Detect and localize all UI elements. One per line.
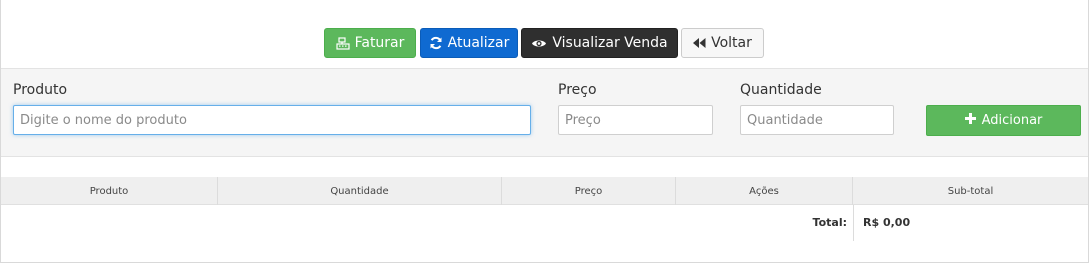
column-header-preco: Preço [502,177,676,205]
faturar-button[interactable]: Faturar [324,28,416,58]
add-product-form: Produto Preço Quantidade Adicionar [1,68,1088,157]
total-value: R$ 0,00 [863,216,911,229]
produto-input[interactable] [13,105,531,135]
column-header-subtotal: Sub-total [947,185,994,197]
plus-icon [964,113,976,128]
column-header-acoes: Ações [676,177,853,205]
table-header: Produto Quantidade Preço Ações Sub-total [1,177,1088,205]
action-toolbar: Faturar Atualizar Visualizar Venda Volta… [0,28,1089,58]
backward-icon [693,38,706,48]
quantidade-label: Quantidade [740,82,822,98]
atualizar-label: Atualizar [447,35,510,51]
voltar-button[interactable]: Voltar [681,28,764,58]
adicionar-label: Adicionar [981,113,1043,128]
column-header-produto: Produto [1,177,218,205]
total-label: Total: [812,216,847,229]
voltar-label: Voltar [711,35,752,51]
preco-label: Preço [558,82,597,98]
faturar-label: Faturar [354,35,405,51]
cash-register-icon [335,36,350,50]
total-divider [853,205,854,241]
quantidade-input[interactable] [740,105,894,135]
eye-icon [531,38,547,49]
adicionar-button[interactable]: Adicionar [926,105,1081,136]
items-table: Produto Quantidade Preço Ações Sub-total… [1,177,1088,241]
column-header-quantidade: Quantidade [218,177,502,205]
atualizar-button[interactable]: Atualizar [420,28,518,58]
preco-input[interactable] [558,105,713,135]
produto-label: Produto [13,82,68,98]
table-footer: Total: R$ 0,00 [1,205,1088,241]
visualizar-venda-button[interactable]: Visualizar Venda [521,28,678,58]
visualizar-label: Visualizar Venda [552,35,668,51]
refresh-icon [429,36,443,50]
